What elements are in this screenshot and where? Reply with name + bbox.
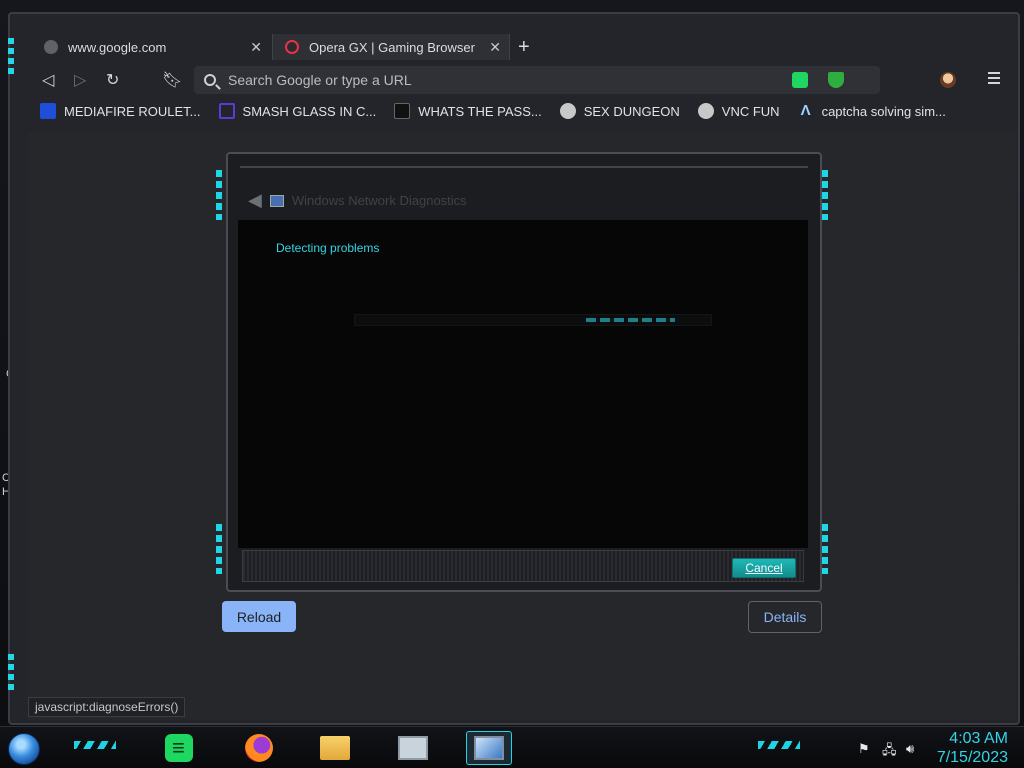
dialog-title: Windows Network Diagnostics bbox=[291, 193, 467, 208]
bookmark-item[interactable]: SEX DUNGEON bbox=[559, 103, 680, 119]
visual-studio-icon bbox=[218, 103, 235, 119]
bookmark-icon[interactable]: 🔖︎ bbox=[162, 70, 182, 90]
flag-icon[interactable]: ⚑ bbox=[858, 741, 870, 757]
dialog-accent bbox=[822, 524, 828, 574]
firefox-icon bbox=[245, 734, 273, 762]
dialog-accent bbox=[216, 524, 222, 574]
start-button[interactable] bbox=[8, 733, 40, 765]
globe-icon bbox=[44, 40, 58, 54]
taskbar-file-explorer[interactable] bbox=[312, 731, 358, 765]
clock[interactable]: 4:03 AM 7/15/2023 bbox=[937, 729, 1008, 767]
spotify-icon bbox=[165, 734, 193, 762]
taskbar-accent bbox=[74, 741, 116, 749]
tab-strip: www.google.com ✕ Opera GX | Gaming Brows… bbox=[20, 22, 1010, 70]
taskbar-network-diagnostics[interactable] bbox=[466, 731, 512, 765]
cancel-button[interactable]: Cancel bbox=[732, 558, 796, 578]
bookmarks-bar: MEDIAFIRE ROULET... SMASH GLASS IN C... … bbox=[40, 100, 946, 122]
taskbar: ⚑ 🖧︎ 🔊︎ 4:03 AM 7/15/2023 bbox=[0, 726, 1024, 768]
volume-icon[interactable]: 🔊︎ bbox=[906, 741, 914, 757]
taskbar-firefox[interactable] bbox=[236, 731, 282, 765]
avatar[interactable] bbox=[940, 72, 956, 88]
omnibox[interactable] bbox=[194, 66, 880, 94]
a-logo-icon: Λ bbox=[800, 102, 811, 119]
details-button[interactable]: Details bbox=[748, 601, 822, 633]
tab-title: Opera GX | Gaming Browser bbox=[309, 39, 475, 55]
progress-fill bbox=[586, 318, 675, 322]
frame-accent bbox=[8, 38, 14, 74]
tab-opera-gx[interactable]: Opera GX | Gaming Browser ✕ bbox=[272, 34, 510, 60]
bookmark-item[interactable]: SMASH GLASS IN C... bbox=[218, 103, 377, 119]
taskbar-resource-monitor[interactable] bbox=[390, 731, 436, 765]
toolbar: ◁ ▷ ↻ 🔖︎ bbox=[28, 66, 1012, 96]
dialog-footer bbox=[242, 550, 804, 582]
close-icon[interactable]: ✕ bbox=[250, 39, 262, 56]
bookmark-label: captcha solving sim... bbox=[821, 103, 946, 119]
bookmark-label: MEDIAFIRE ROULET... bbox=[64, 103, 201, 119]
status-text: Detecting problems bbox=[276, 241, 380, 255]
tab-google[interactable]: www.google.com ✕ bbox=[32, 34, 270, 60]
dialog-accent bbox=[216, 170, 222, 220]
back-icon[interactable]: ◁ bbox=[42, 70, 54, 90]
status-bar: javascript:diagnoseErrors() bbox=[28, 697, 186, 717]
clock-date: 7/15/2023 bbox=[936, 749, 1008, 766]
taskbar-accent bbox=[758, 741, 800, 749]
menu-icon[interactable] bbox=[988, 72, 1000, 84]
monitor-icon bbox=[398, 736, 428, 760]
dialog-top-bevel bbox=[240, 154, 808, 168]
frame-accent bbox=[8, 654, 14, 690]
bookmark-label: SMASH GLASS IN C... bbox=[242, 103, 377, 119]
bookmark-label: SEX DUNGEON bbox=[583, 103, 680, 119]
back-arrow-icon[interactable]: ◀ bbox=[248, 190, 262, 211]
search-icon bbox=[204, 74, 216, 86]
bookmark-label: WHATS THE PASS... bbox=[418, 103, 542, 119]
omnibox-input[interactable] bbox=[228, 72, 880, 88]
network-diagnostics-dialog: ◀ Windows Network Diagnostics Detecting … bbox=[226, 152, 822, 592]
bandit-icon bbox=[697, 103, 714, 119]
mediafire-icon bbox=[40, 103, 56, 119]
reload-button[interactable]: Reload bbox=[222, 601, 296, 632]
bookmark-item[interactable]: Λ captcha solving sim... bbox=[798, 103, 946, 119]
new-tab-button[interactable]: + bbox=[518, 36, 530, 59]
tab-title: www.google.com bbox=[68, 39, 167, 55]
forward-icon[interactable]: ▷ bbox=[74, 70, 86, 90]
dialog-accent bbox=[822, 170, 828, 220]
bandit-icon bbox=[559, 103, 576, 119]
bookmark-label: VNC FUN bbox=[721, 103, 780, 119]
dark-site-icon bbox=[394, 103, 411, 119]
spotify-extension-icon[interactable] bbox=[792, 72, 808, 88]
dialog-body: Detecting problems bbox=[238, 220, 808, 548]
bookmark-item[interactable]: MEDIAFIRE ROULET... bbox=[40, 103, 201, 119]
network-diagnostics-icon bbox=[269, 194, 284, 207]
reload-icon[interactable]: ↻ bbox=[106, 70, 119, 90]
taskbar-spotify[interactable] bbox=[156, 731, 202, 765]
network-icon[interactable]: 🖧︎ bbox=[882, 741, 897, 763]
shield-extension-icon[interactable] bbox=[828, 72, 844, 88]
dialog-header: ◀ Windows Network Diagnostics bbox=[248, 190, 467, 211]
network-diagnostics-icon bbox=[474, 736, 504, 760]
clock-time: 4:03 AM bbox=[949, 730, 1008, 747]
folder-icon bbox=[320, 736, 350, 760]
close-icon[interactable]: ✕ bbox=[489, 39, 501, 56]
bookmark-item[interactable]: VNC FUN bbox=[697, 103, 780, 119]
opera-gx-icon bbox=[285, 40, 299, 54]
progress-bar bbox=[354, 314, 712, 326]
bookmark-item[interactable]: WHATS THE PASS... bbox=[394, 103, 542, 119]
